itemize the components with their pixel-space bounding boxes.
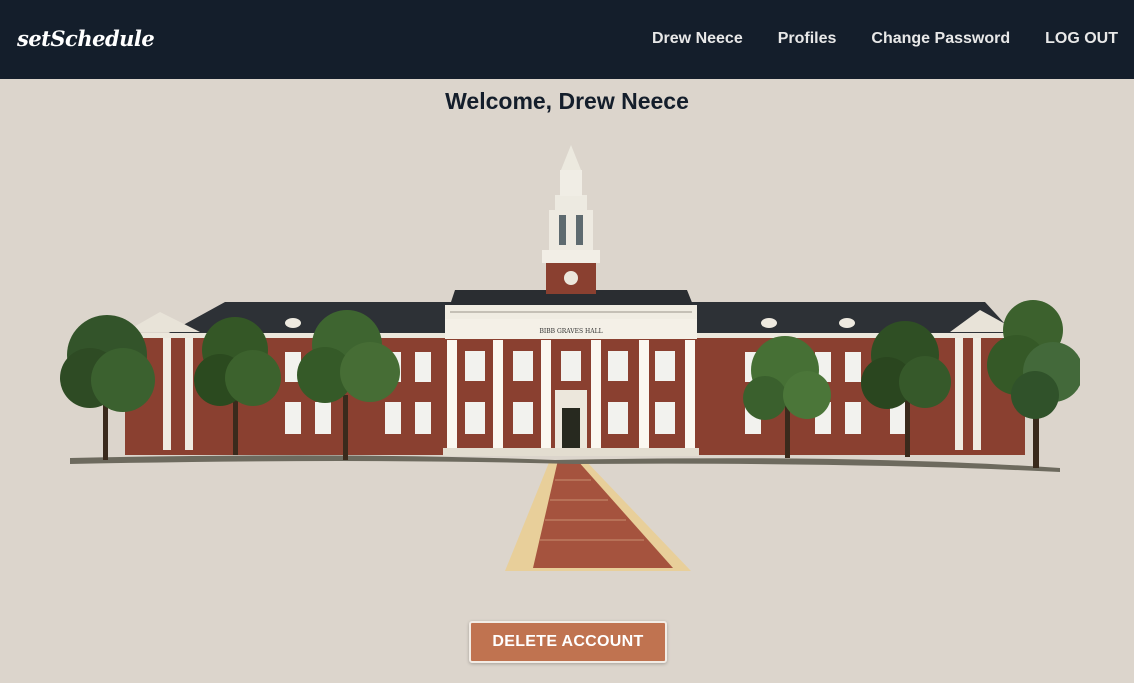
top-navbar: setSchedule Drew Neece Profiles Change P… <box>0 0 1134 79</box>
nav-profiles[interactable]: Profiles <box>778 30 837 48</box>
welcome-heading: Welcome, Drew Neece <box>445 88 689 114</box>
delete-account-button[interactable]: DELETE ACCOUNT <box>469 621 667 663</box>
nav-change-password[interactable]: Change Password <box>871 30 1010 48</box>
nav-log-out[interactable]: LOG OUT <box>1045 30 1118 48</box>
nav-user-name[interactable]: Drew Neece <box>652 30 743 48</box>
building-sign: BIBB GRAVES HALL <box>539 328 602 335</box>
brand-logo[interactable]: setSchedule <box>17 26 155 51</box>
nav-links: Drew Neece Profiles Change Password LOG … <box>652 30 1118 48</box>
bibb-graves-hall-image: BIBB GRAVES HALL <box>60 145 1080 571</box>
